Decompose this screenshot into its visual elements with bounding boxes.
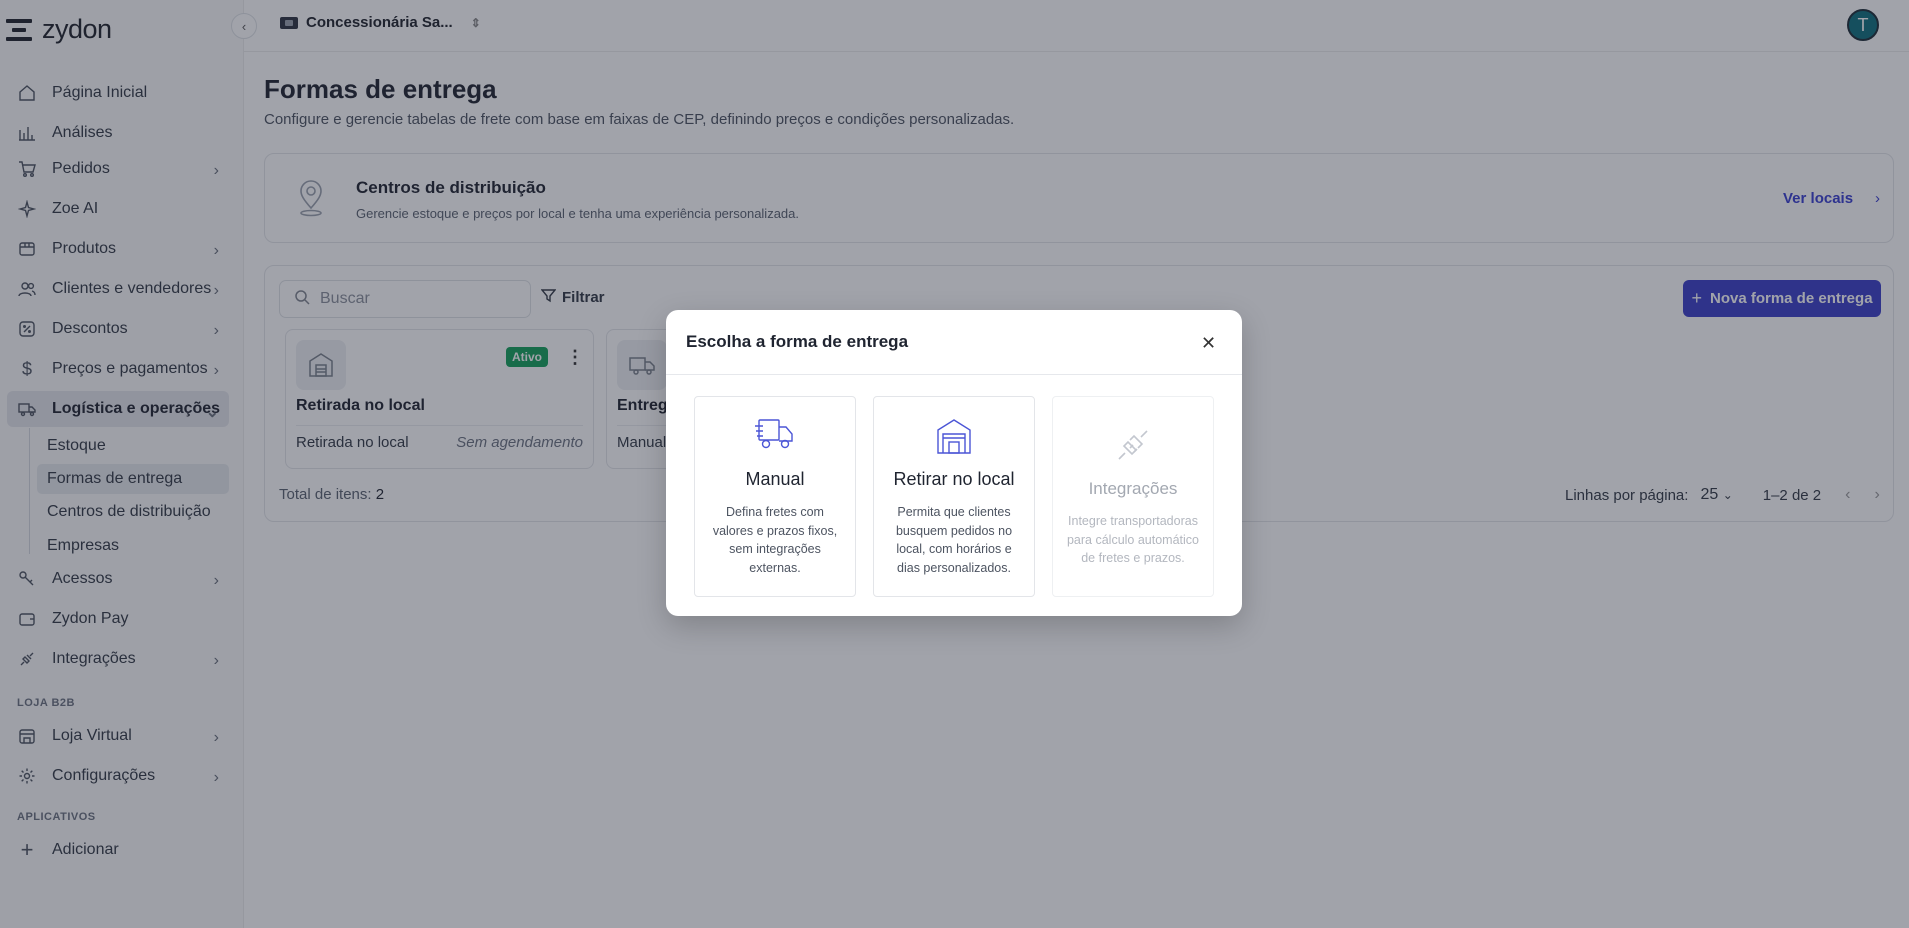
modal-title: Escolha a forma de entrega	[686, 332, 909, 351]
option-description: Permita que clientes busquem pedidos no …	[895, 505, 1013, 575]
plug-icon	[1053, 427, 1213, 463]
modal-divider	[666, 374, 1242, 375]
option-pickup[interactable]: Retirar no local Permita que clientes bu…	[873, 396, 1035, 597]
option-description: Defina fretes com valores e prazos fixos…	[712, 505, 838, 575]
close-icon[interactable]: ✕	[1201, 333, 1216, 354]
option-description: Integre transportadoras para cálculo aut…	[1066, 514, 1200, 565]
choose-delivery-method-dialog: Escolha a forma de entrega ✕ Manual Defi…	[666, 310, 1242, 616]
option-title: Integrações	[1088, 479, 1178, 498]
truck-icon	[695, 417, 855, 451]
option-integrations: Integrações Integre transportadoras para…	[1052, 396, 1214, 597]
option-title: Retirar no local	[893, 469, 1015, 489]
warehouse-icon	[874, 417, 1034, 455]
option-manual[interactable]: Manual Defina fretes com valores e prazo…	[694, 396, 856, 597]
option-title: Manual	[745, 469, 805, 489]
